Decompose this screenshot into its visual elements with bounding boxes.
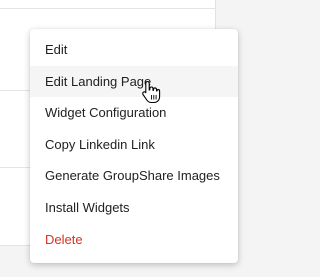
background-divider — [0, 90, 30, 91]
background-divider — [0, 8, 216, 9]
menu-item-copy-linkedin-link[interactable]: Copy Linkedin Link — [30, 129, 238, 161]
menu-item-edit[interactable]: Edit — [30, 34, 238, 66]
background-divider — [0, 167, 30, 168]
context-menu: Edit Edit Landing Page Widget Configurat… — [30, 29, 238, 263]
menu-item-widget-configuration[interactable]: Widget Configuration — [30, 97, 238, 129]
menu-item-install-widgets[interactable]: Install Widgets — [30, 192, 238, 224]
menu-item-delete[interactable]: Delete — [30, 224, 238, 256]
menu-item-edit-landing-page[interactable]: Edit Landing Page — [30, 65, 238, 98]
menu-item-generate-groupshare-images[interactable]: Generate GroupShare Images — [30, 160, 238, 192]
